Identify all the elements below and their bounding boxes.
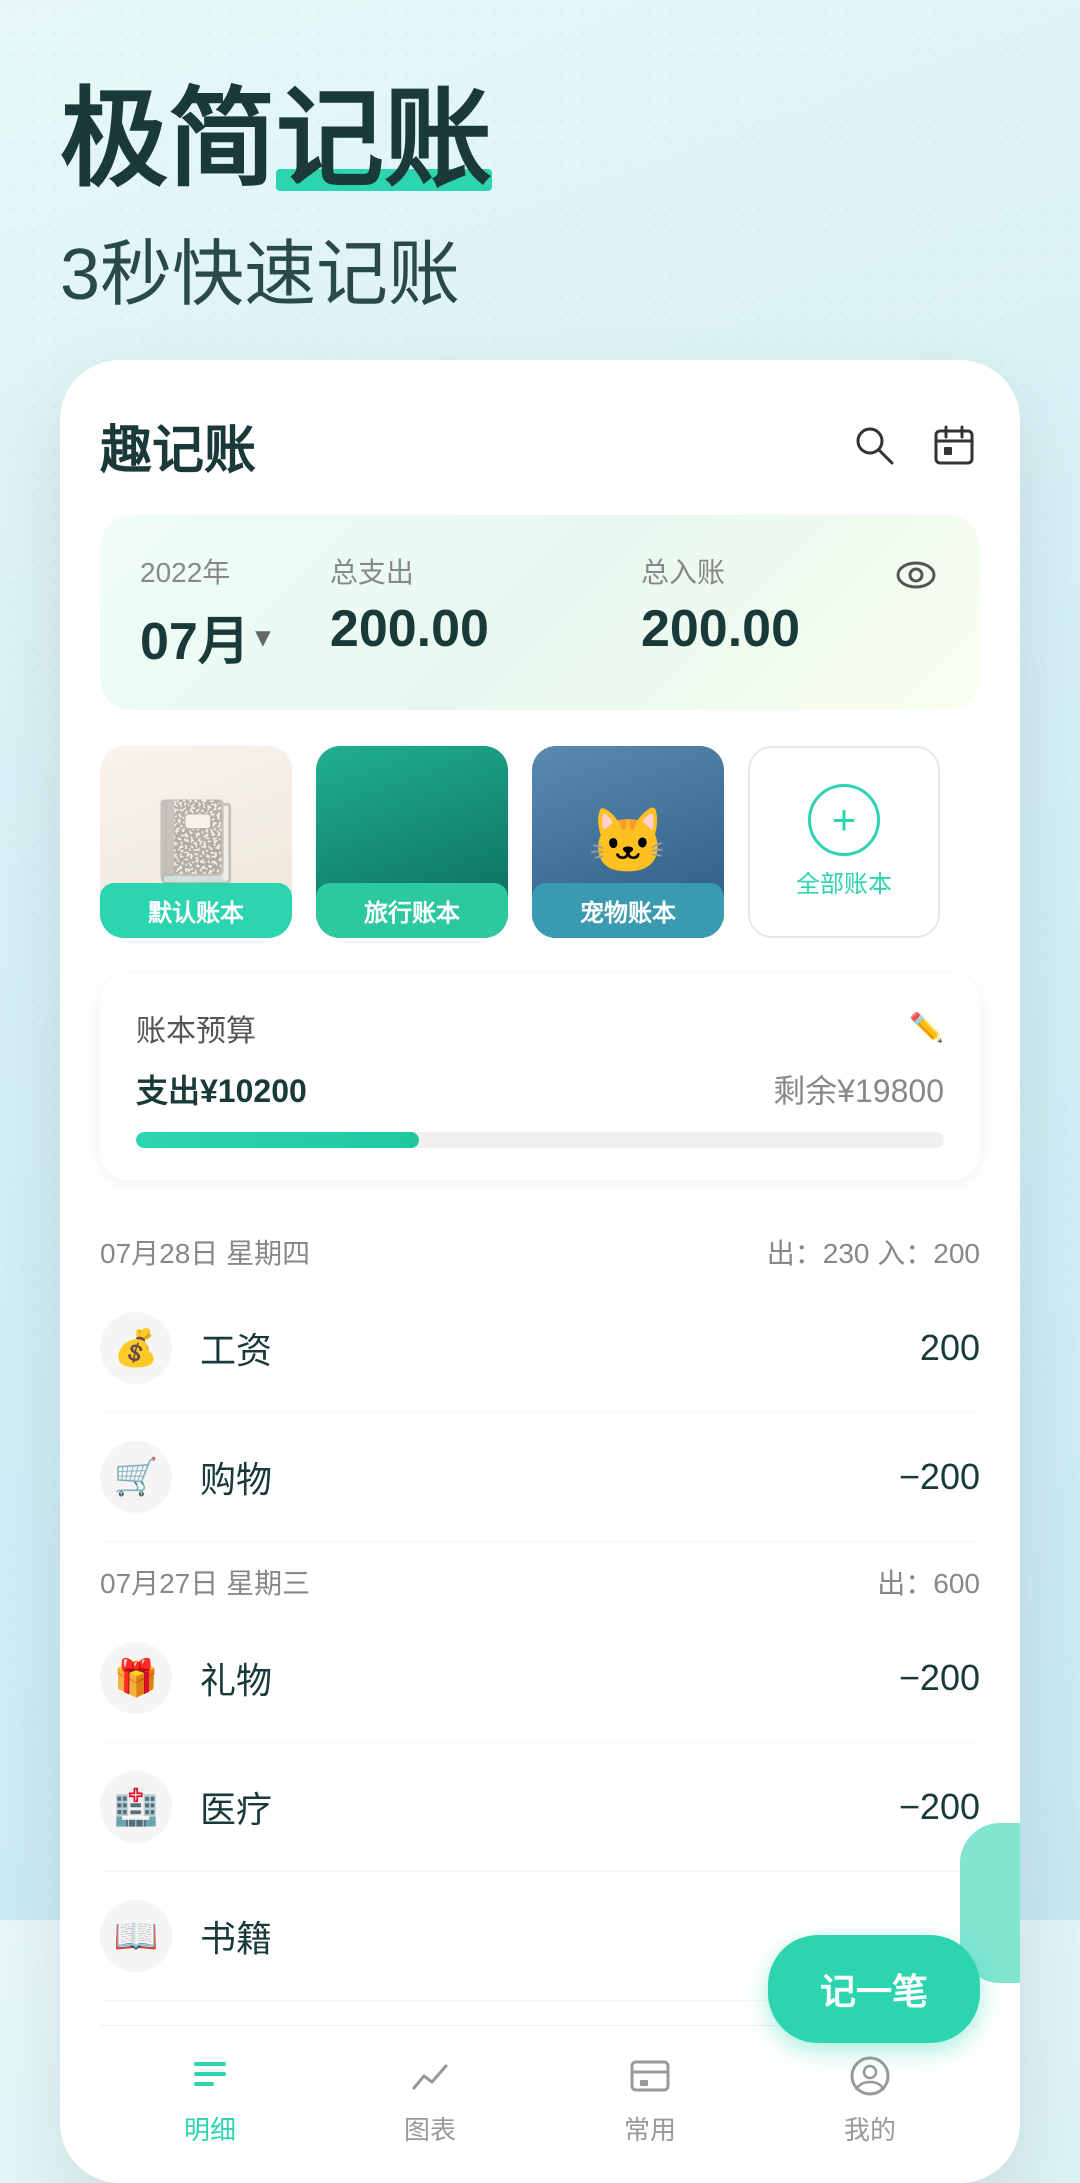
book-default-label: 默认账本 [100,883,292,938]
budget-card: 账本预算 ✏️ 支出¥10200 剩余¥19800 [100,974,980,1180]
eye-icon [892,551,940,599]
transaction-shopping[interactable]: 🛒 购物 −200 [100,1413,980,1542]
hero-title-part1: 极简 [60,78,276,199]
nav-item-mine[interactable]: 我的 [760,2050,980,2147]
phone-card: 趣记账 [60,360,1020,2183]
page-content: 极简记账 3秒快速记账 趣记账 [0,0,1080,2183]
total-expense-label: 总支出 [330,551,581,591]
date-header-2: 07月27日 星期三 出：600 [100,1542,980,1614]
nav-icon-mine [844,2050,896,2102]
transaction-salary[interactable]: 💰 工资 200 [100,1284,980,1413]
nav-icon-common [624,2050,676,2102]
eye-icon-container[interactable] [892,551,940,599]
hero-section: 极简记账 3秒快速记账 [60,80,1020,320]
book-default[interactable]: 📓 默认账本 [100,746,292,938]
app-header: 趣记账 [100,408,980,483]
nav-label-common: 常用 [624,2110,676,2147]
add-book-icon: + [808,784,880,856]
app-title: 趣记账 [100,408,256,483]
date-label-2: 07月27日 星期三 [100,1562,310,1602]
medical-amount: −200 [899,1786,980,1828]
budget-edit-icon[interactable]: ✏️ [909,1011,944,1044]
total-income-value: 200.00 [641,599,892,659]
progress-bar-background [136,1132,944,1148]
transaction-gift[interactable]: 🎁 礼物 −200 [100,1614,980,1743]
gift-icon: 🎁 [100,1642,172,1714]
date-label-1: 07月28日 星期四 [100,1232,310,1272]
shopping-amount: −200 [899,1456,980,1498]
stats-section: 2022年 07月 ▾ 总支出 200.00 总入账 200.00 [100,515,980,710]
books-icon: 📖 [100,1900,172,1972]
nav-label-chart: 图表 [404,2110,456,2147]
gift-name: 礼物 [200,1652,899,1704]
date-summary-1: 出：230 入：200 [767,1232,980,1272]
transaction-section: 07月28日 星期四 出：230 入：200 💰 工资 200 🛒 购物 −20… [100,1212,980,2001]
search-icon[interactable] [848,419,900,471]
nav-icon-chart [404,2050,456,2102]
budget-title: 账本预算 [136,1006,256,1050]
total-income-stat: 总入账 200.00 [641,551,892,659]
teal-decoration [960,1823,1020,1983]
bottom-nav: 明细 图表 常用 [100,2025,980,2183]
medical-icon: 🏥 [100,1771,172,1843]
hero-subtitle: 3秒快速记账 [60,215,1020,320]
book-travel-label: 旅行账本 [316,883,508,938]
book-add[interactable]: + 全部账本 [748,746,940,938]
progress-bar-fill [136,1132,419,1148]
budget-amounts: 支出¥10200 剩余¥19800 [136,1066,944,1112]
header-icons [848,419,980,471]
medical-name: 医疗 [200,1781,899,1833]
shopping-name: 购物 [200,1451,899,1503]
total-expense-value: 200.00 [330,599,581,659]
month-dropdown-arrow[interactable]: ▾ [256,620,270,653]
nav-item-common[interactable]: 常用 [540,2050,760,2147]
budget-remaining: 剩余¥19800 [773,1066,944,1112]
salary-amount: 200 [920,1327,980,1369]
book-travel[interactable]: 旅行账本 [316,746,508,938]
year-label: 2022年 [140,551,270,591]
salary-icon: 💰 [100,1312,172,1384]
calendar-icon[interactable] [928,419,980,471]
hero-title-part2: 记账 [276,78,492,199]
book-pet[interactable]: 🐱 宠物账本 [532,746,724,938]
record-button[interactable]: 记一笔 [768,1935,980,2043]
add-book-label: 全部账本 [796,864,892,899]
nav-item-chart[interactable]: 图表 [320,2050,540,2147]
account-books: 📓 默认账本 旅行账本 🐱 [100,746,980,938]
transaction-medical[interactable]: 🏥 医疗 −200 [100,1743,980,1872]
hero-title: 极简记账 [60,80,492,199]
budget-header: 账本预算 ✏️ [136,1006,944,1050]
shopping-icon: 🛒 [100,1441,172,1513]
budget-spent: 支出¥10200 [136,1066,307,1112]
nav-item-detail[interactable]: 明细 [100,2050,320,2147]
salary-name: 工资 [200,1322,920,1374]
gift-amount: −200 [899,1657,980,1699]
date-header-1: 07月28日 星期四 出：230 入：200 [100,1212,980,1284]
nav-label-mine: 我的 [844,2110,896,2147]
book-pet-label: 宠物账本 [532,883,724,938]
nav-icon-detail [184,2050,236,2102]
stats-row: 2022年 07月 ▾ 总支出 200.00 总入账 200.00 [140,551,940,674]
stat-date: 2022年 07月 ▾ [140,551,270,674]
date-summary-2: 出：600 [877,1562,980,1602]
nav-label-detail: 明细 [184,2110,236,2147]
total-income-label: 总入账 [641,551,892,591]
month-value: 07月 [140,599,250,674]
total-expense-stat: 总支出 200.00 [330,551,581,659]
